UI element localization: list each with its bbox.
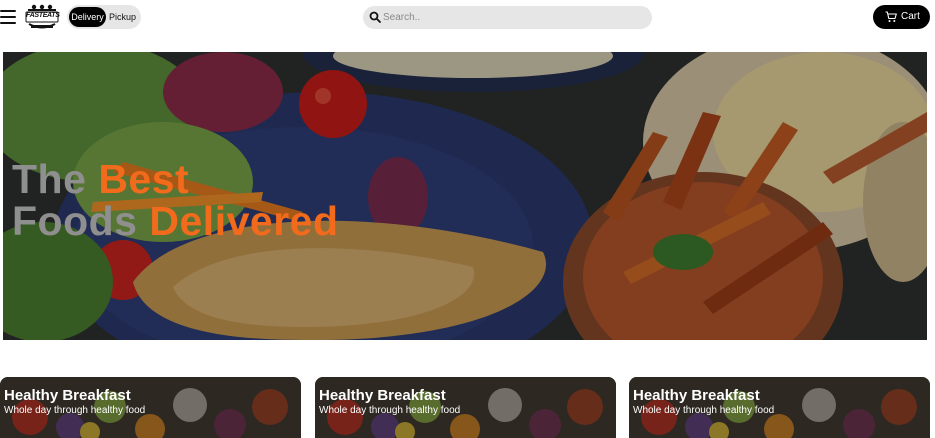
logo-text: FASTEATS (26, 12, 60, 19)
cart-icon (885, 11, 897, 22)
category-card[interactable]: Healthy Breakfast Whole day through heal… (0, 377, 301, 438)
hero-word-best: Best (98, 156, 190, 202)
order-mode-toggle: Delivery Pickup (67, 5, 141, 29)
card-subtitle: Whole day through healthy food (4, 405, 146, 416)
delivery-option[interactable]: Delivery (69, 7, 106, 27)
card-subtitle: Whole day through healthy food (319, 405, 461, 416)
search-icon (369, 11, 381, 23)
fasteats-logo[interactable]: FASTEATS (25, 4, 60, 30)
card-title: Healthy Breakfast (319, 387, 446, 404)
cart-label: Cart (901, 11, 920, 22)
hero-banner: The Best Foods Delivered (3, 52, 927, 340)
hamburger-menu-icon[interactable] (0, 10, 16, 24)
search-input[interactable] (383, 6, 645, 29)
category-card[interactable]: Healthy Breakfast Whole day through heal… (315, 377, 616, 438)
card-title: Healthy Breakfast (4, 387, 131, 404)
hero-headline: The Best Foods Delivered (12, 158, 339, 242)
pickup-option[interactable]: Pickup (106, 7, 139, 27)
hero-word-delivered: Delivered (149, 198, 339, 244)
top-navbar: FASTEATS Delivery Pickup Cart (0, 0, 935, 36)
card-title: Healthy Breakfast (633, 387, 760, 404)
cart-button[interactable]: Cart (873, 5, 930, 29)
hero-word-foods: Foods (12, 198, 138, 244)
category-card[interactable]: Healthy Breakfast Whole day through heal… (629, 377, 930, 438)
search-bar (363, 6, 652, 29)
card-subtitle: Whole day through healthy food (633, 405, 775, 416)
hero-word-the: The (12, 156, 87, 202)
